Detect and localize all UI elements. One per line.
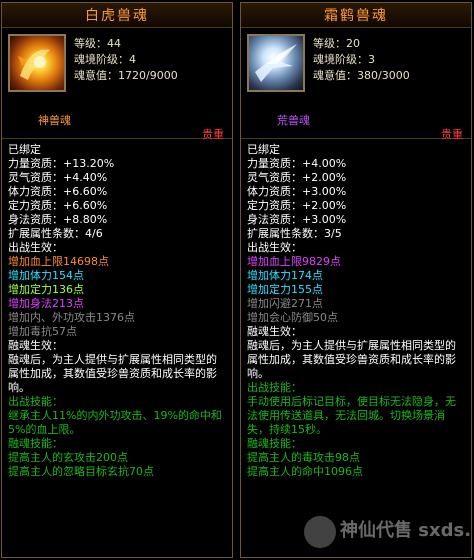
tooltip-panel-right: 霜鹤兽魂 等级：20 魂境阶级：3 魂意值：380/3000 荒兽魂 贵重 已绑… bbox=[240, 2, 472, 558]
item-header: 等级：20 魂境阶级：3 魂意值：380/3000 荒兽魂 贵重 bbox=[241, 28, 471, 141]
fusion-skill: 提高主人的忽略目标玄抗70点 bbox=[8, 465, 154, 478]
soul-value-text: 魂意值：380/3000 bbox=[313, 69, 410, 82]
fusion-skill-label: 融魂技能： bbox=[8, 437, 63, 450]
item-details: 已绑定 力量资质：+13.20% 灵气资质：+4.40% 体力资质：+6.60%… bbox=[2, 138, 232, 479]
realm-text: 魂境阶级：3 bbox=[313, 53, 375, 66]
level-text: 等级：20 bbox=[313, 37, 360, 50]
tiger-spirit-icon[interactable] bbox=[8, 34, 66, 92]
fusion-effect-label: 融魂生效： bbox=[247, 325, 302, 338]
battle-skill-label: 出战技能： bbox=[247, 381, 302, 394]
spirit-type: 神兽魂 bbox=[38, 114, 71, 127]
item-title-bar: 霜鹤兽魂 bbox=[241, 3, 471, 28]
attr-line: 体力资质：+3.00% bbox=[247, 185, 347, 198]
crane-spirit-icon[interactable] bbox=[247, 34, 305, 92]
fusion-skill: 提高主人的命中1096点 bbox=[247, 465, 363, 478]
rarity-badge: 贵重 bbox=[441, 128, 463, 141]
tooltip-panel-left: 白虎兽魂 等级：44 魂境阶级：4 魂意值：1720/9000 神兽魂 贵重 已… bbox=[1, 2, 233, 558]
watermark-logo: 神仙代售 sxds.com bbox=[304, 516, 470, 548]
attr-line: 灵气资质：+2.00% bbox=[247, 171, 347, 184]
battle-skill-desc: 手动使用后标记目标，使目标无法隐身，无法使用传送道具，无法回城。切换场景消失，持… bbox=[247, 395, 456, 436]
attr-line: 灵气资质：+4.40% bbox=[8, 171, 108, 184]
spirit-compare-screen: 白虎兽魂 等级：44 魂境阶级：4 魂意值：1720/9000 神兽魂 贵重 已… bbox=[0, 0, 474, 560]
battle-effect: 增加体力174点 bbox=[247, 269, 323, 282]
battle-effect: 增加身法213点 bbox=[8, 297, 84, 310]
item-title: 霜鹤兽魂 bbox=[324, 8, 388, 24]
ext-attr-count: 扩展属性条数：3/5 bbox=[247, 227, 342, 240]
fusion-skill: 提高主人的玄攻击200点 bbox=[8, 451, 128, 464]
item-details: 已绑定 力量资质：+4.00% 灵气资质：+2.00% 体力资质：+3.00% … bbox=[241, 138, 471, 479]
battle-skill-label: 出战技能： bbox=[8, 395, 63, 408]
attr-line: 体力资质：+6.60% bbox=[8, 185, 108, 198]
battle-effect: 增加血上限9829点 bbox=[247, 255, 341, 268]
item-title: 白虎兽魂 bbox=[85, 8, 149, 24]
battle-effect-label: 出战生效： bbox=[247, 241, 302, 254]
battle-effect: 增加会心防御50点 bbox=[247, 311, 338, 324]
battle-effect-label: 出战生效： bbox=[8, 241, 63, 254]
rarity-badge: 贵重 bbox=[202, 128, 224, 141]
level-text: 等级：44 bbox=[74, 37, 121, 50]
battle-skill-desc: 继承主人11%的内外功攻击、19%的命中和5%的血上限。 bbox=[8, 409, 222, 436]
item-header: 等级：44 魂境阶级：4 魂意值：1720/9000 神兽魂 贵重 bbox=[2, 28, 232, 141]
battle-effect: 增加内、外功攻击1376点 bbox=[8, 311, 135, 324]
battle-effect: 增加毒抗57点 bbox=[8, 325, 77, 338]
bound-status: 已绑定 bbox=[8, 143, 41, 156]
attr-line: 身法资质：+3.00% bbox=[247, 213, 347, 226]
ext-attr-count: 扩展属性条数：4/6 bbox=[8, 227, 103, 240]
attr-line: 力量资质：+4.00% bbox=[247, 157, 347, 170]
battle-effect: 增加定力155点 bbox=[247, 283, 323, 296]
fusion-skill-label: 融魂技能： bbox=[247, 437, 302, 450]
fusion-effect-label: 融魂生效： bbox=[8, 339, 63, 352]
battle-effect: 增加闪避271点 bbox=[247, 297, 323, 310]
battle-effect: 增加体力154点 bbox=[8, 269, 84, 282]
attr-line: 力量资质：+13.20% bbox=[8, 157, 115, 170]
battle-effect: 增加血上限14698点 bbox=[8, 255, 109, 268]
fusion-effect-desc: 融魂后，为主人提供与扩展属性相同类型的属性加成，其数值受珍兽资质和成长率的影响。 bbox=[247, 339, 456, 380]
fusion-skill: 提高主人的毒攻击98点 bbox=[247, 451, 360, 464]
watermark-text: 神仙代售 sxds.com bbox=[340, 519, 470, 541]
item-stats: 等级：20 魂境阶级：3 魂意值：380/3000 bbox=[313, 36, 410, 84]
item-stats: 等级：44 魂境阶级：4 魂意值：1720/9000 bbox=[74, 36, 178, 84]
attr-line: 定力资质：+2.00% bbox=[247, 199, 347, 212]
bound-status: 已绑定 bbox=[247, 143, 280, 156]
item-title-bar: 白虎兽魂 bbox=[2, 3, 232, 28]
soul-value-text: 魂意值：1720/9000 bbox=[74, 69, 178, 82]
fusion-effect-desc: 融魂后，为主人提供与扩展属性相同类型的属性加成，其数值受珍兽资质和成长率的影响。 bbox=[8, 353, 217, 394]
realm-text: 魂境阶级：4 bbox=[74, 53, 136, 66]
battle-effect: 增加定力136点 bbox=[8, 283, 84, 296]
spirit-type: 荒兽魂 bbox=[277, 114, 310, 127]
attr-line: 定力资质：+6.60% bbox=[8, 199, 108, 212]
attr-line: 身法资质：+8.80% bbox=[8, 213, 108, 226]
